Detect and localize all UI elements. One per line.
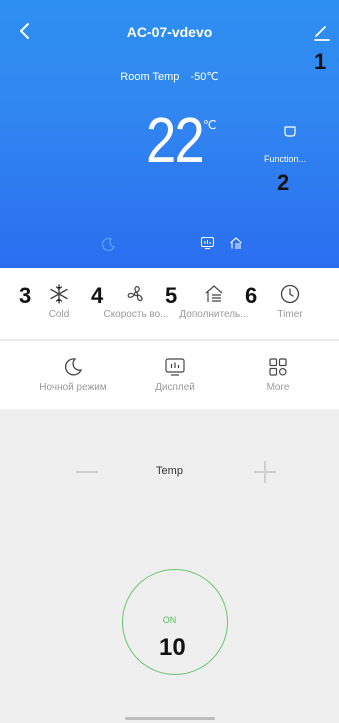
- power-label: ON: [162, 615, 177, 625]
- mode-night[interactable]: Ночной режим: [30, 357, 116, 393]
- fan-icon: [127, 286, 143, 302]
- temperature-unit: ℃: [203, 118, 217, 132]
- temp-control-label: Temp: [156, 465, 183, 477]
- clock-icon: [280, 284, 300, 304]
- mode-row-secondary: Ночной режим 7 Дисплей 8 More 9: [0, 341, 339, 432]
- grid-icon: [269, 358, 287, 376]
- house-heat-icon: [205, 285, 223, 302]
- mode-cold[interactable]: Cold: [36, 284, 82, 320]
- control-area: [0, 409, 339, 723]
- home-indicator[interactable]: [125, 717, 215, 720]
- mode-display-label: Дисплей: [155, 382, 195, 393]
- mode-fan-speed[interactable]: Скорость во...: [96, 284, 176, 320]
- mode-timer-label: Timer: [277, 309, 303, 320]
- mode-night-label: Ночной режим: [39, 382, 107, 393]
- room-temp-label: Room Temp: [120, 71, 180, 83]
- badge-3: 3: [19, 283, 32, 308]
- moon-icon: [64, 358, 83, 376]
- mode-cold-label: Cold: [48, 309, 70, 320]
- badge-10: 10: [159, 634, 186, 661]
- temp-increase-button-vertical[interactable]: [264, 461, 266, 483]
- hero-panel: AC-07-vdevo 1 Room Temp -50℃ 22 ℃ Functi…: [0, 0, 339, 268]
- badge-2: 2: [277, 170, 290, 195]
- display-icon: [200, 236, 215, 250]
- moon-icon: [102, 237, 115, 251]
- mode-timer[interactable]: Timer: [270, 284, 310, 320]
- edit-icon[interactable]: [312, 22, 332, 42]
- house-heat-icon: [230, 237, 242, 249]
- mode-row-primary: 3 Cold 4 Скорость во... 5 Дополнитель...…: [0, 268, 339, 340]
- device-title: AC-07-vdevo: [126, 24, 213, 40]
- mode-more-label: More: [266, 382, 290, 393]
- mode-additional[interactable]: Дополнитель...: [174, 284, 254, 320]
- function-icon[interactable]: [283, 125, 297, 138]
- display-icon: [165, 358, 185, 376]
- badge-6: 6: [245, 283, 258, 308]
- set-temperature: 22: [146, 104, 205, 176]
- mode-fan-speed-label: Скорость во...: [103, 309, 169, 320]
- room-temp-value: -50℃: [190, 71, 219, 83]
- function-label[interactable]: Function...: [264, 154, 306, 164]
- snowflake-icon: [50, 284, 68, 304]
- mode-more[interactable]: More: [258, 357, 298, 393]
- mode-display[interactable]: Дисплей: [145, 357, 205, 393]
- mode-additional-label: Дополнитель...: [179, 309, 249, 320]
- room-temp: Room Temp -50℃: [0, 70, 339, 83]
